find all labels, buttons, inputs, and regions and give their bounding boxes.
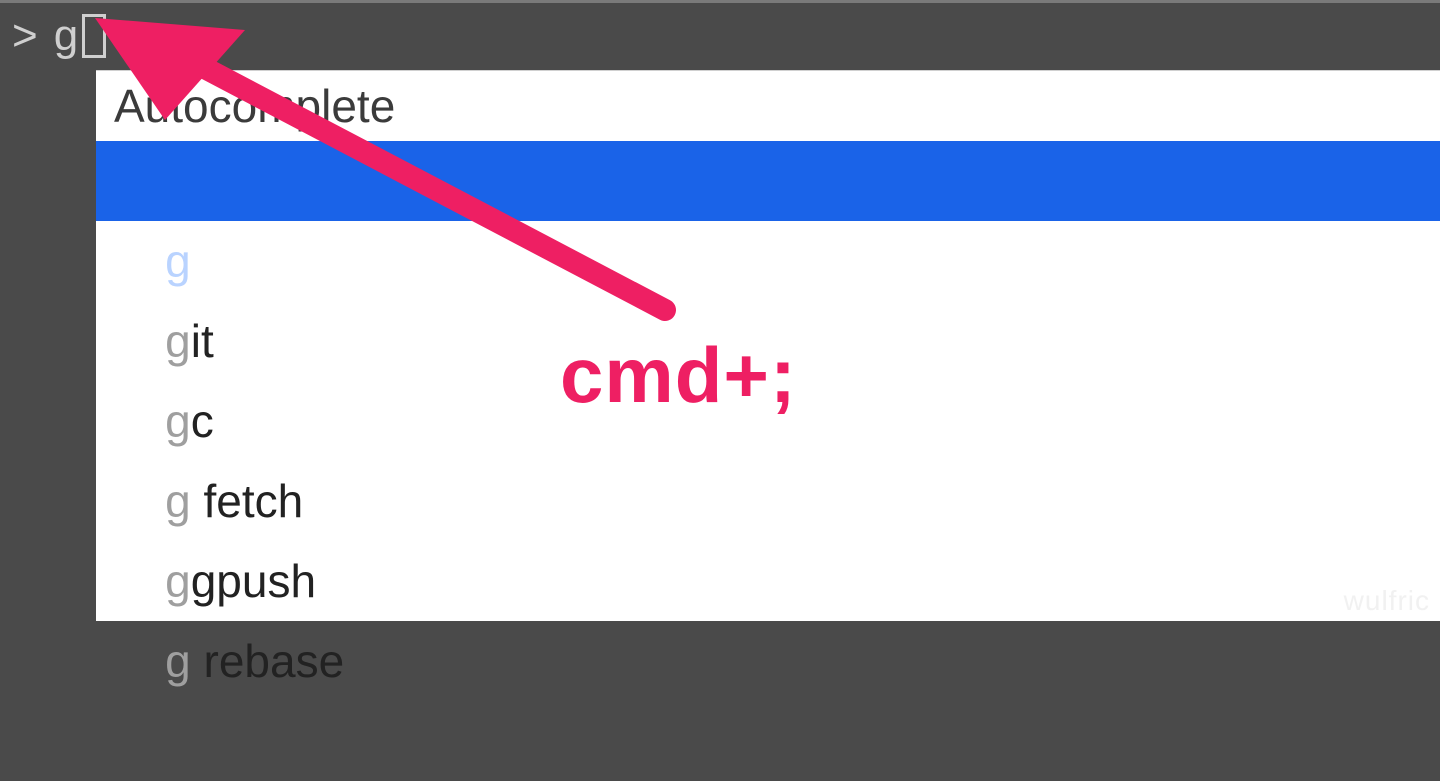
autocomplete-match: g <box>165 235 191 287</box>
prompt-typed-text: g <box>54 14 80 58</box>
autocomplete-match: g <box>165 395 191 447</box>
autocomplete-popup: Autocomplete gst git gc g fetch ggpush g… <box>96 70 1440 621</box>
autocomplete-match: g <box>165 555 191 607</box>
autocomplete-item[interactable]: g fetch <box>96 381 1440 461</box>
autocomplete-rest: fetch <box>191 475 304 527</box>
autocomplete-match: g <box>165 475 191 527</box>
window-top-highlight <box>0 0 1440 3</box>
autocomplete-item[interactable]: gc <box>96 301 1440 381</box>
prompt-symbol: > <box>12 14 40 58</box>
autocomplete-rest: rebase <box>191 635 344 687</box>
terminal-prompt[interactable]: > g <box>12 14 106 58</box>
autocomplete-rest: st <box>191 235 227 287</box>
autocomplete-rest: it <box>191 315 214 367</box>
autocomplete-header: Autocomplete <box>96 71 1440 141</box>
autocomplete-rest: gpush <box>191 555 316 607</box>
autocomplete-match: g <box>165 315 191 367</box>
autocomplete-rest: c <box>191 395 214 447</box>
autocomplete-match: g <box>165 635 191 687</box>
autocomplete-item[interactable]: git <box>96 221 1440 301</box>
autocomplete-item[interactable]: gst <box>96 141 1440 221</box>
watermark: wulfric <box>1344 585 1430 617</box>
text-cursor <box>82 14 106 58</box>
